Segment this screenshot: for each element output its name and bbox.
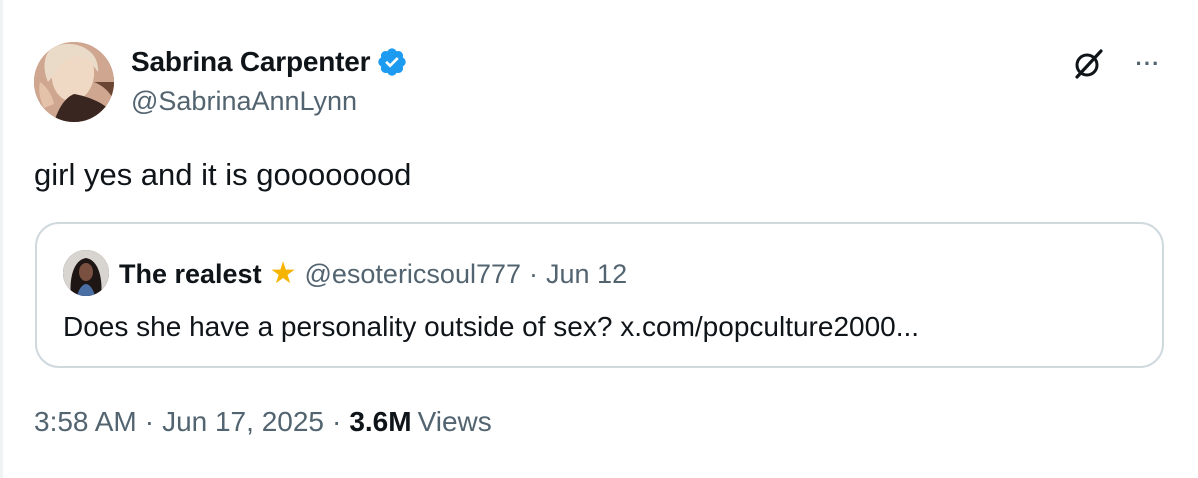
meta-separator: · — [144, 406, 155, 437]
quoted-avatar-image — [63, 250, 109, 296]
author-avatar-image — [34, 42, 114, 122]
quoted-tweet-header: The realest ★ @esotericsoul777 · Jun 12 — [119, 254, 627, 294]
star-icon: ★ — [269, 257, 297, 290]
views-label: Views — [417, 406, 492, 437]
grok-icon[interactable] — [1068, 44, 1108, 84]
meta-separator: · — [331, 406, 342, 437]
quoted-display-name[interactable]: The realest — [119, 259, 262, 290]
quoted-date[interactable]: Jun 12 — [546, 259, 627, 290]
tweet-text: girl yes and it is goooooood — [34, 157, 412, 192]
timestamp-time[interactable]: 3:58 AM — [34, 406, 137, 438]
author-name-row: Sabrina Carpenter — [131, 44, 408, 80]
more-options-icon[interactable]: ··· — [1128, 44, 1168, 84]
left-divider — [0, 0, 3, 478]
quoted-tweet-text: Does she have a personality outside of s… — [63, 311, 920, 342]
author-handle[interactable]: @SabrinaAnnLynn — [131, 86, 357, 117]
timestamp-date[interactable]: Jun 17, 2025 — [162, 406, 324, 438]
quoted-author-avatar — [63, 250, 109, 296]
quoted-separator: · — [529, 258, 539, 289]
views-count[interactable]: 3.6M — [349, 406, 411, 438]
tweet-metadata: 3:58 AM · Jun 17, 2025 · 3.6M Views — [34, 406, 492, 438]
author-avatar[interactable] — [34, 42, 114, 122]
quoted-tweet-card[interactable]: The realest ★ @esotericsoul777 · Jun 12 … — [35, 222, 1164, 368]
verified-badge-icon[interactable] — [376, 46, 408, 78]
author-display-name[interactable]: Sabrina Carpenter — [131, 46, 371, 78]
quoted-handle[interactable]: @esotericsoul777 — [304, 259, 521, 290]
